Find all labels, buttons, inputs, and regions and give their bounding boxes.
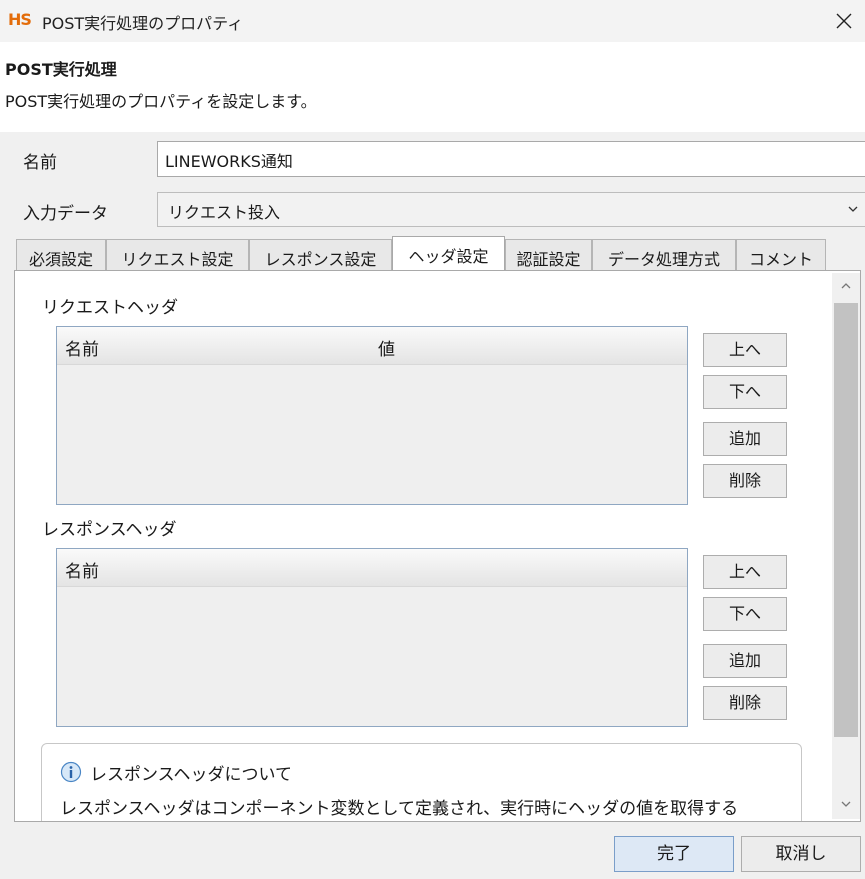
response-delete-button[interactable]: 削除 xyxy=(703,686,787,720)
response-up-button[interactable]: 上へ xyxy=(703,555,787,589)
info-icon xyxy=(60,761,82,783)
column-value[interactable]: 値 xyxy=(378,335,395,360)
info-title: レスポンスヘッダについて xyxy=(90,765,292,785)
request-delete-button[interactable]: 削除 xyxy=(703,464,787,498)
tab-auth[interactable]: 認証設定 xyxy=(505,239,592,272)
app-logo: HS xyxy=(8,10,32,29)
column-name[interactable]: 名前 xyxy=(65,335,99,360)
name-label: 名前 xyxy=(23,153,57,173)
request-header-label: リクエストヘッダ xyxy=(42,298,178,318)
input-data-value: リクエスト投入 xyxy=(168,203,281,222)
response-down-button[interactable]: 下へ xyxy=(703,597,787,631)
tab-header[interactable]: ヘッダ設定 xyxy=(392,236,505,272)
header-description: POST実行処理のプロパティを設定します。 xyxy=(5,92,317,111)
tab-comment[interactable]: コメント xyxy=(736,239,826,272)
response-add-button[interactable]: 追加 xyxy=(703,644,787,678)
response-header-table[interactable]: 名前 xyxy=(56,548,688,727)
input-data-label: 入力データ xyxy=(23,204,108,224)
column-name[interactable]: 名前 xyxy=(65,557,99,582)
table-header: 名前 xyxy=(57,549,687,587)
info-text: レスポンスヘッダはコンポーネント変数として定義され、実行時にヘッダの値を取得する xyxy=(60,799,739,819)
header-title: POST実行処理 xyxy=(5,60,117,79)
info-box: レスポンスヘッダについて レスポンスヘッダはコンポーネント変数として定義され、実… xyxy=(41,743,802,821)
tab-label: 必須設定 xyxy=(28,250,93,269)
scroll-content: リクエストヘッダ 名前 値 上へ 下へ 追加 削除 レスポンスヘッダ 名前 上へ… xyxy=(15,271,830,821)
request-add-button[interactable]: 追加 xyxy=(703,422,787,456)
request-up-button[interactable]: 上へ xyxy=(703,333,787,367)
close-button[interactable] xyxy=(827,4,861,38)
tab-label: データ処理方式 xyxy=(607,250,720,269)
input-data-select[interactable]: リクエスト投入 xyxy=(157,192,865,227)
scroll-up-button[interactable] xyxy=(832,273,860,299)
scroll-down-button[interactable] xyxy=(832,791,860,817)
request-header-table[interactable]: 名前 値 xyxy=(56,326,688,505)
close-icon xyxy=(836,13,852,29)
tab-label: レスポンス設定 xyxy=(264,250,377,269)
tab-required[interactable]: 必須設定 xyxy=(16,239,106,272)
tab-label: ヘッダ設定 xyxy=(408,247,489,266)
tab-request[interactable]: リクエスト設定 xyxy=(106,239,249,272)
chevron-down-icon xyxy=(848,206,858,212)
chevron-down-icon xyxy=(841,801,851,807)
title-bar: HS POST実行処理のプロパティ xyxy=(0,0,865,42)
header-settings-panel: リクエストヘッダ 名前 値 上へ 下へ 追加 削除 レスポンスヘッダ 名前 上へ… xyxy=(14,270,861,822)
tab-label: リクエスト設定 xyxy=(121,250,234,269)
tab-data-processing[interactable]: データ処理方式 xyxy=(592,239,736,272)
table-header: 名前 値 xyxy=(57,327,687,365)
response-header-label: レスポンスヘッダ xyxy=(42,520,177,540)
chevron-up-icon xyxy=(841,283,851,289)
finish-button[interactable]: 完了 xyxy=(614,836,734,872)
name-field[interactable]: LINEWORKS通知 xyxy=(157,141,865,177)
tab-response[interactable]: レスポンス設定 xyxy=(249,239,392,272)
window-title: POST実行処理のプロパティ xyxy=(42,14,244,33)
header-panel: POST実行処理 POST実行処理のプロパティを設定します。 xyxy=(0,42,865,132)
tab-label: コメント xyxy=(748,250,813,269)
vertical-scrollbar[interactable] xyxy=(832,273,860,819)
scroll-thumb[interactable] xyxy=(834,303,858,737)
cancel-button[interactable]: 取消し xyxy=(741,836,861,872)
request-down-button[interactable]: 下へ xyxy=(703,375,787,409)
tab-label: 認証設定 xyxy=(516,250,581,269)
